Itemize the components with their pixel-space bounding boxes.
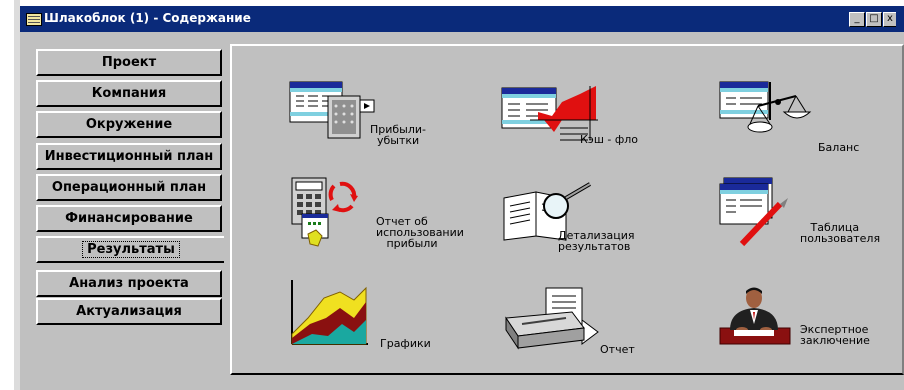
tab-investment-plan[interactable]: Инвестиционный план [36, 143, 222, 170]
window-title: Шлакоблок (1) - Содержание [44, 11, 251, 25]
charts-label: Графики [380, 337, 431, 350]
tab-label: Результаты [82, 241, 180, 258]
expert-person-icon [719, 287, 791, 345]
tab-operational-plan[interactable]: Операционный план [36, 174, 222, 201]
charts-item[interactable]: Графики [288, 278, 438, 358]
close-button[interactable]: x [883, 12, 896, 27]
detailing-label: Детализация результатов [558, 229, 635, 253]
client-area: Проект Компания Окружение Инвестиционный… [20, 32, 904, 390]
tab-label: Актуализация [76, 304, 182, 319]
tab-label: Операционный план [51, 180, 207, 195]
profit-usage-label: Отчет об использовании прибыли [376, 215, 464, 250]
results-panel: Прибыли- убытки Кэш - фло Баланс Отчет о… [230, 44, 904, 375]
expert-label: Экспертное заключение [800, 323, 870, 347]
maximize-button[interactable]: □ [866, 12, 882, 27]
calculator-arrows-icon [291, 177, 358, 247]
desktop-edge [0, 0, 14, 390]
balance-label: Баланс [818, 141, 860, 154]
tab-project-analysis[interactable]: Анализ проекта [36, 270, 222, 297]
scales-icon [719, 81, 812, 133]
document-icon [26, 13, 42, 26]
tab-results[interactable]: Результаты [36, 236, 224, 263]
profit-loss-label: Прибыли- убытки [370, 123, 427, 147]
cash-flow-item[interactable]: Кэш - фло [500, 80, 650, 150]
tab-label: Компания [91, 86, 167, 101]
tab-company[interactable]: Компания [36, 80, 222, 107]
tab-label: Анализ проекта [69, 276, 189, 291]
printer-icon [505, 287, 599, 350]
report-label: Отчет [600, 343, 635, 356]
tab-financing[interactable]: Финансирование [36, 205, 222, 232]
tab-actualization[interactable]: Актуализация [36, 298, 222, 325]
tab-project[interactable]: Проект [36, 49, 222, 76]
tab-environment[interactable]: Окружение [36, 111, 222, 138]
tab-label: Проект [101, 55, 157, 70]
report-item[interactable]: Отчет [502, 284, 642, 364]
cash-flow-label: Кэш - фло [580, 133, 639, 146]
application-window: Шлакоблок (1) - Содержание _ □ x Проект … [0, 0, 904, 390]
user-table-item[interactable]: Таблица пользователя [718, 174, 881, 254]
title-bar[interactable]: Шлакоблок (1) - Содержание _ □ x [20, 6, 904, 32]
minimize-button[interactable]: _ [849, 12, 865, 27]
user-table-label: Таблица пользователя [800, 221, 881, 245]
balance-item[interactable]: Баланс [718, 80, 868, 154]
area-chart-icon [290, 280, 368, 346]
detailing-item[interactable]: Детализация результатов [500, 178, 660, 258]
profit-loss-item[interactable]: Прибыли- убытки [288, 76, 438, 146]
tab-label: Инвестиционный план [44, 149, 214, 164]
expert-item[interactable]: Экспертное заключение [716, 284, 876, 364]
profit-usage-item[interactable]: Отчет об использовании прибыли [288, 174, 464, 254]
tab-label: Окружение [85, 117, 173, 132]
tab-label: Финансирование [65, 211, 193, 226]
